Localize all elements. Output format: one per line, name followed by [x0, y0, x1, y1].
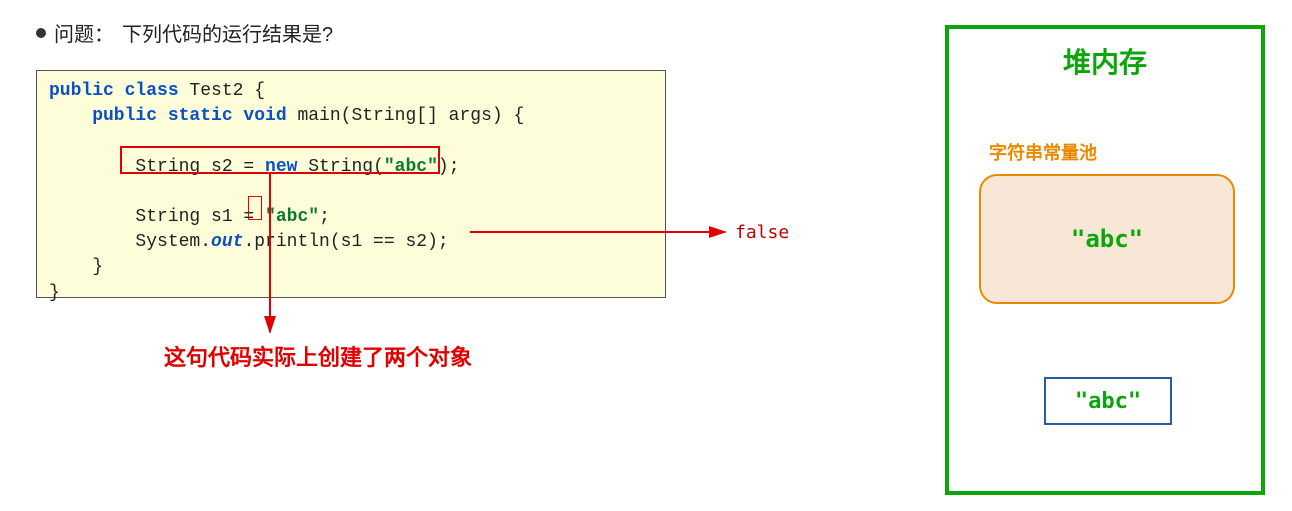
kw-new: new — [265, 157, 297, 177]
result-false: false — [735, 222, 789, 243]
code-main: main(String[] args) { — [287, 106, 525, 126]
code-s2-c: String( — [297, 157, 383, 177]
question-text: 下列代码的运行结果是? — [122, 18, 333, 47]
code-s2-e: ); — [438, 157, 460, 177]
question-label: 问题： — [54, 18, 114, 47]
heap-abc-value: "abc" — [1075, 389, 1141, 414]
str-abc1: "abc" — [384, 157, 438, 177]
string-pool-label: 字符串常量池 — [989, 139, 1097, 165]
pool-abc-value: "abc" — [1071, 225, 1143, 253]
bullet-icon — [36, 28, 46, 38]
code-s2-a: String s2 = — [49, 157, 265, 177]
code-s1-a: String s1 = — [49, 207, 265, 227]
question-line: 问题： 下列代码的运行结果是? — [36, 18, 333, 47]
kw-psv: public static void — [49, 106, 287, 126]
code-t1: Test2 { — [179, 81, 265, 101]
code-close2: } — [49, 283, 60, 303]
code-close1: } — [49, 257, 103, 277]
heap-title: 堆内存 — [949, 41, 1261, 81]
heap-object-box: "abc" — [1044, 377, 1172, 425]
code-s1-c: ; — [319, 207, 330, 227]
code-print-a: System. — [49, 232, 211, 252]
code-block: public class Test2 { public static void … — [36, 70, 666, 298]
string-pool-box: "abc" — [979, 174, 1235, 304]
code-print-c: .println(s1 == s2); — [243, 232, 448, 252]
kw-out: out — [211, 232, 243, 252]
str-abc2: "abc" — [265, 207, 319, 227]
kw-public-class: public class — [49, 81, 179, 101]
heap-memory-box: 堆内存 字符串常量池 "abc" "abc" — [945, 25, 1265, 495]
annotation-text: 这句代码实际上创建了两个对象 — [164, 340, 472, 372]
